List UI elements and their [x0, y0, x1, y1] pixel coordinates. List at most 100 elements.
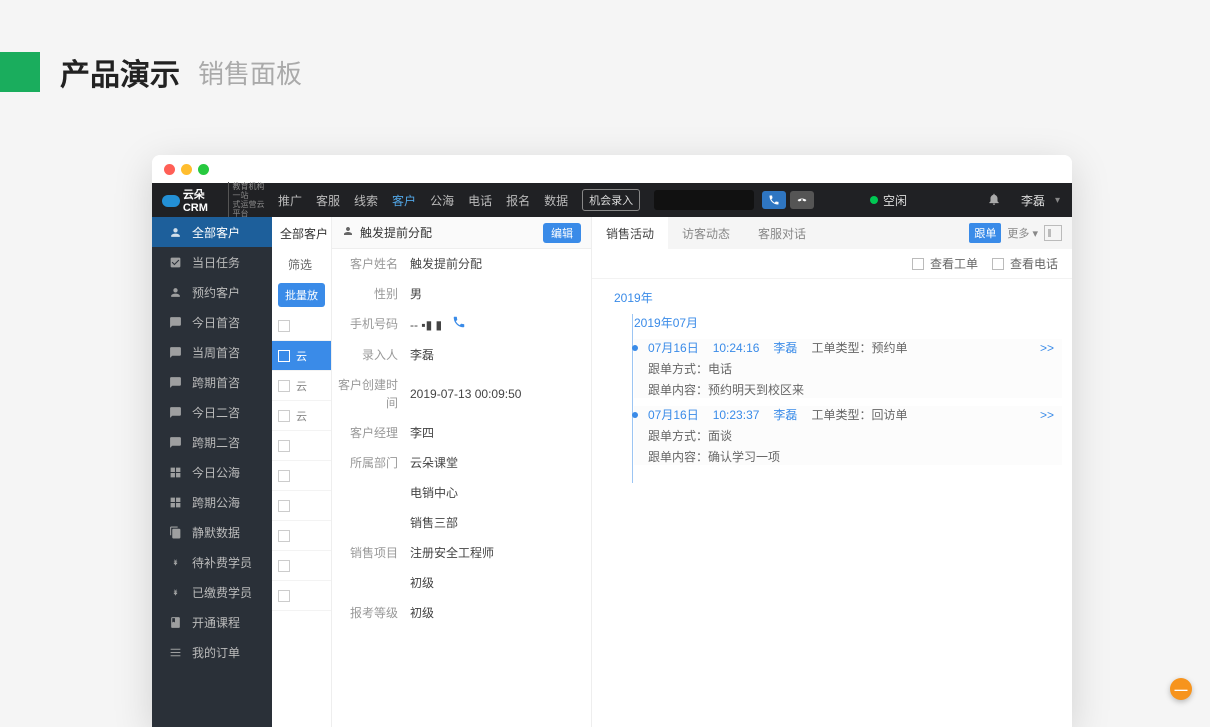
field-value: 触发提前分配: [410, 255, 482, 273]
user-menu[interactable]: 李磊: [1021, 192, 1045, 209]
timeline-line: [632, 314, 633, 483]
field-value: 初级: [410, 604, 434, 622]
view-tickets-toggle[interactable]: 查看工单: [912, 255, 978, 272]
more-dropdown[interactable]: 更多 ▾: [1007, 225, 1038, 241]
checkbox[interactable]: [278, 500, 290, 512]
sidebar-item-appointment[interactable]: 预约客户: [152, 277, 272, 307]
checkbox[interactable]: [278, 410, 290, 422]
opportunity-button[interactable]: 机会录入: [582, 189, 640, 211]
checkbox-icon: [912, 258, 924, 270]
field-value: 销售三部: [410, 514, 458, 532]
money-icon: [168, 555, 182, 569]
nav-data[interactable]: 数据: [544, 192, 568, 209]
sidebar-item-label: 当周首咨: [192, 344, 240, 361]
activity-toolbar: 查看工单 查看电话: [592, 249, 1072, 279]
sidebar-item-today-first[interactable]: 今日首咨: [152, 307, 272, 337]
table-row[interactable]: 云: [272, 341, 331, 371]
sidebar-item-open-course[interactable]: 开通课程: [152, 607, 272, 637]
accent-block: [0, 52, 40, 92]
entry-date: 07月16日: [648, 406, 699, 423]
checkbox[interactable]: [278, 590, 290, 602]
table-row[interactable]: [272, 491, 331, 521]
nav-pool[interactable]: 公海: [430, 192, 454, 209]
page-subtitle: 销售面板: [198, 54, 302, 91]
timeline-entry[interactable]: 07月16日 10:23:37 李磊 工单类型：回访单 >> 跟单方式：面谈 跟…: [634, 406, 1062, 465]
call-icon[interactable]: [452, 315, 466, 334]
nav-customers[interactable]: 客户: [392, 192, 416, 209]
expand-arrow-icon[interactable]: >>: [1040, 408, 1062, 422]
tab-visitor[interactable]: 访客动态: [668, 217, 744, 249]
dial-button[interactable]: [762, 191, 786, 209]
window-titlebar: [152, 155, 1072, 183]
sidebar-item-paid[interactable]: 已缴费学员: [152, 577, 272, 607]
sidebar-item-label: 今日公海: [192, 464, 240, 481]
sidebar-item-my-orders[interactable]: 我的订单: [152, 637, 272, 667]
tab-service-chat[interactable]: 客服对话: [744, 217, 820, 249]
field-value: 注册安全工程师: [410, 544, 494, 562]
checkbox[interactable]: [278, 320, 290, 332]
table-row[interactable]: [272, 521, 331, 551]
check-icon: [168, 255, 182, 269]
status-text[interactable]: 空闲: [883, 192, 907, 209]
field-value: 初级: [410, 574, 434, 592]
sidebar-item-cross-first[interactable]: 跨期首咨: [152, 367, 272, 397]
activities-panel: 销售活动 访客动态 客服对话 跟单 更多 ▾ 查看工单 查看电话: [592, 217, 1072, 727]
page-title: 产品演示: [60, 50, 180, 94]
field-value: 电销中心: [410, 484, 458, 502]
brand-logo[interactable]: 云朵CRM 教育机构一站 式运营云平台: [152, 182, 272, 218]
tab-sales-activity[interactable]: 销售活动: [592, 217, 668, 249]
table-row[interactable]: [272, 431, 331, 461]
checkbox[interactable]: [278, 470, 290, 482]
detail-header: 触发提前分配 编辑: [332, 217, 591, 249]
sidebar-item-today-second[interactable]: 今日二咨: [152, 397, 272, 427]
sidebar-item-all-customers[interactable]: 全部客户: [152, 217, 272, 247]
table-row[interactable]: [272, 551, 331, 581]
table-row[interactable]: 云: [272, 371, 331, 401]
checkbox[interactable]: [278, 440, 290, 452]
chevron-down-icon[interactable]: ▾: [1055, 195, 1060, 206]
nav-signup[interactable]: 报名: [506, 192, 530, 209]
followup-tag[interactable]: 跟单: [969, 223, 1001, 243]
checkbox[interactable]: [278, 560, 290, 572]
nav-leads[interactable]: 线索: [354, 192, 378, 209]
field-value: 李磊: [410, 346, 434, 364]
edit-button[interactable]: 编辑: [543, 223, 581, 243]
floating-action-button[interactable]: —: [1170, 678, 1192, 700]
sidebar-item-pending-fee[interactable]: 待补费学员: [152, 547, 272, 577]
timeline-month: 2019年07月: [634, 314, 1062, 331]
field-label: 所属部门: [332, 454, 410, 472]
sidebar-item-today-pool[interactable]: 今日公海: [152, 457, 272, 487]
table-row[interactable]: [272, 461, 331, 491]
close-icon[interactable]: [164, 164, 175, 175]
sidebar-item-cross-second[interactable]: 跨期二咨: [152, 427, 272, 457]
top-nav: 推广 客服 线索 客户 公海 电话 报名 数据: [272, 192, 568, 209]
nav-promo[interactable]: 推广: [278, 192, 302, 209]
sidebar-item-today-task[interactable]: 当日任务: [152, 247, 272, 277]
minimize-icon[interactable]: [181, 164, 192, 175]
filter-label[interactable]: 筛选: [272, 249, 331, 279]
checkbox[interactable]: [278, 350, 290, 362]
table-row[interactable]: 云: [272, 401, 331, 431]
checkbox[interactable]: [278, 530, 290, 542]
sidebar-item-silent[interactable]: 静默数据: [152, 517, 272, 547]
timeline-entry[interactable]: 07月16日 10:24:16 李磊 工单类型：预约单 >> 跟单方式：电话 跟…: [634, 339, 1062, 398]
table-row[interactable]: [272, 581, 331, 611]
expand-arrow-icon[interactable]: >>: [1040, 341, 1062, 355]
list-icon: [168, 645, 182, 659]
search-input[interactable]: [654, 190, 754, 210]
notifications-button[interactable]: [987, 192, 1001, 209]
batch-release-button[interactable]: 批量放: [278, 283, 325, 307]
nav-service[interactable]: 客服: [316, 192, 340, 209]
user-icon: [168, 285, 182, 299]
sidebar-item-cross-pool[interactable]: 跨期公海: [152, 487, 272, 517]
field-value: 李四: [410, 424, 434, 442]
view-calls-toggle[interactable]: 查看电话: [992, 255, 1058, 272]
hangup-button[interactable]: [790, 191, 814, 209]
chat-icon: [168, 315, 182, 329]
sidebar-item-week-first[interactable]: 当周首咨: [152, 337, 272, 367]
maximize-icon[interactable]: [198, 164, 209, 175]
sidebar-item-label: 跨期二咨: [192, 434, 240, 451]
checkbox[interactable]: [278, 380, 290, 392]
layout-toggle-icon[interactable]: [1044, 225, 1062, 241]
nav-phone[interactable]: 电话: [468, 192, 492, 209]
